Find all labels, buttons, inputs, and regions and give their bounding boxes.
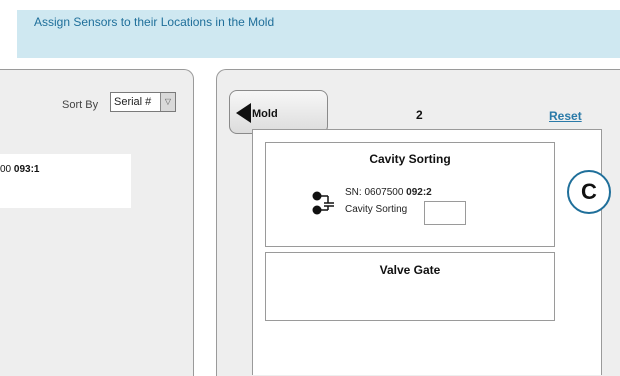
cavity-sorting-section[interactable]: Cavity Sorting SN: 0607500 092:2 Cavity …: [265, 142, 555, 247]
location-label: Cavity Sorting: [345, 204, 408, 215]
chevron-down-icon[interactable]: ▽: [160, 93, 175, 111]
sensor-card[interactable]: 00 093:1: [0, 154, 131, 208]
sort-select[interactable]: Serial # ▽: [110, 92, 176, 112]
left-arrow-icon: [236, 103, 251, 123]
mold-label: Mold: [252, 108, 278, 120]
valve-gate-section[interactable]: Valve Gate: [265, 252, 555, 321]
mold-back-button[interactable]: Mold: [229, 90, 328, 134]
sensor-id-suffix: 093:1: [13, 164, 40, 175]
sensor-serial-number: SN: 0607500 092:2: [345, 187, 432, 198]
reset-link[interactable]: Reset: [549, 109, 582, 123]
sn-suffix: 092:2: [406, 187, 432, 198]
sort-selected-value: Serial #: [114, 96, 152, 108]
sensor-id-prefix: 00: [0, 164, 14, 175]
callout-badge: C: [567, 170, 611, 214]
location-input[interactable]: [424, 201, 466, 225]
sort-by-label: Sort By: [62, 99, 99, 111]
banner-text: Assign Sensors to their Locations in the…: [34, 15, 275, 29]
sensor-id: 00 093:1: [0, 164, 39, 175]
cavity-count: 2: [416, 108, 423, 122]
sensor-connector-icon[interactable]: [312, 188, 336, 218]
sensor-list-panel: Sort By Serial # ▽ 00 093:1: [0, 69, 194, 376]
cavity-sorting-title: Cavity Sorting: [369, 152, 451, 166]
instruction-banner: Assign Sensors to their Locations in the…: [17, 10, 620, 58]
sn-prefix: SN: 0607500: [345, 187, 407, 198]
valve-gate-title: Valve Gate: [379, 263, 441, 277]
